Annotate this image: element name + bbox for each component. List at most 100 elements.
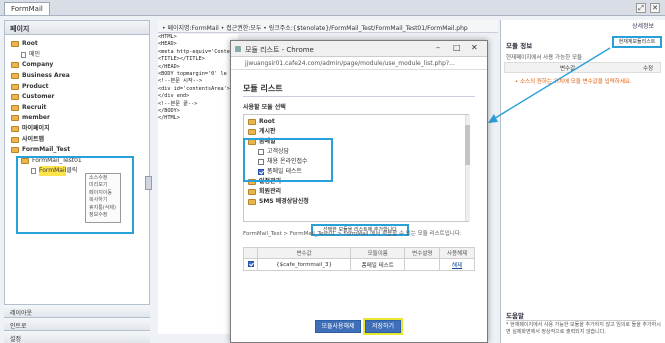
- footer-intro[interactable]: 인트로: [4, 317, 150, 330]
- panel-title: 페이지: [5, 21, 149, 35]
- col-check: [243, 247, 258, 259]
- tree-item[interactable]: FormMail_Test: [11, 145, 149, 156]
- release-link[interactable]: 해제: [439, 258, 475, 271]
- arrow-icon: [488, 47, 611, 123]
- tab-formmail[interactable]: FormMail: [4, 2, 50, 15]
- code-line: </HTML>: [158, 115, 180, 122]
- table-row: {$cafe_formmail_3} 폼메일 테스트 해제: [243, 258, 475, 271]
- tree-item-label: member: [22, 114, 50, 122]
- dialog-titlebar: 모듈 리스트 - Chrome – □ ✕: [231, 41, 487, 57]
- tree-item[interactable]: Company: [11, 60, 149, 71]
- tree-item[interactable]: 메인: [11, 50, 149, 61]
- detail-info-button[interactable]: 상세정보: [632, 21, 654, 30]
- tree-item[interactable]: 사이트맵: [11, 134, 149, 145]
- tree-item-label: Customer: [22, 93, 55, 101]
- code-line: <HTML>: [158, 34, 177, 40]
- module-tree-item[interactable]: SMS 배경상담신청: [248, 197, 468, 207]
- collapse-handle[interactable]: [145, 176, 152, 190]
- module-tree-item[interactable]: 게시판: [248, 127, 468, 137]
- module-label: 게시판: [259, 128, 276, 135]
- close-icon[interactable]: ✕: [471, 43, 478, 52]
- code-line: </BODY>: [158, 108, 180, 115]
- col-desc: 변수설명: [404, 247, 441, 259]
- path-note: FormMail_Test > FormMail_Test01 > FormMa…: [243, 231, 462, 237]
- scroll-thumb[interactable]: [465, 125, 470, 165]
- folder-icon: [11, 41, 19, 48]
- folder-icon: [11, 126, 19, 133]
- page-info-header: • 페이지명:FormMail • 접근권한:모두 • 링크주소:{$tenol…: [158, 20, 498, 33]
- folder-icon: [11, 73, 19, 80]
- context-menu-item[interactable]: 미리보기: [89, 182, 117, 189]
- help-title: 도움말: [506, 310, 656, 321]
- folder-icon: [248, 119, 256, 125]
- folder-icon: [248, 189, 256, 195]
- tree-item-label: Root: [22, 40, 38, 48]
- module-list-dialog: 모듈 리스트 - Chrome – □ ✕ jjwuangsir01.cafe2…: [230, 40, 488, 343]
- section-title: 사용할 모듈 선택: [243, 104, 286, 111]
- tree-item[interactable]: member: [11, 113, 149, 124]
- tree-item-label: FormMail_Test: [22, 146, 71, 154]
- resize-icon[interactable]: ⤢: [636, 3, 646, 13]
- row-name: 폼메일 테스트: [350, 258, 406, 271]
- tree-item-label: Company: [22, 61, 54, 69]
- footer-settings[interactable]: 설정: [4, 330, 150, 343]
- tree-item-label: Recruit: [22, 103, 47, 111]
- row-desc: [404, 258, 441, 271]
- code-line: </div end>: [158, 93, 190, 100]
- tree-item-label: 메인: [29, 50, 41, 58]
- folder-icon: [11, 94, 19, 101]
- context-menu-item[interactable]: 복사하기: [89, 197, 117, 204]
- folder-icon: [11, 83, 19, 90]
- tree-item-label: 마이페이지: [22, 125, 50, 133]
- tree-item-label: 사이트맵: [22, 135, 45, 143]
- code-line: <HEAD>: [158, 41, 177, 48]
- release-module-button[interactable]: 모듈사용해제: [315, 320, 361, 333]
- module-label: Root: [259, 118, 275, 125]
- code-line: <meta http-equiv='Content: [158, 48, 237, 55]
- code-line: <!--본문 끝-->: [158, 100, 198, 107]
- tree-item-label: Business Area: [22, 72, 70, 80]
- context-menu: 소스수정 미리보기 페이지이동 복사하기 휴지통(삭제) 정보수정: [85, 173, 121, 223]
- folder-icon: [11, 147, 19, 154]
- col-release: 사용해제: [439, 247, 475, 259]
- top-bar: [0, 0, 665, 16]
- tree-item[interactable]: Customer: [11, 92, 149, 103]
- code-line: <TITLE></TITLE>: [158, 56, 205, 63]
- folder-icon: [11, 136, 19, 143]
- help-text: * 현재페이지에서 사용 가능한 모듈을 추가하지 않고 임의로 들을 추가하시…: [506, 322, 661, 335]
- folder-icon: [248, 199, 256, 205]
- module-tree-item[interactable]: Root: [248, 117, 468, 127]
- code-line: <div id='contentsArea'>: [158, 85, 230, 92]
- row-var: {$cafe_formmail_3}: [256, 258, 352, 271]
- tree-item[interactable]: Recruit: [11, 103, 149, 114]
- col-name: 모듈이름: [350, 247, 406, 259]
- dialog-url: jjwuangsir01.cafe24.com/admin/page/modul…: [231, 57, 487, 70]
- module-tree-item[interactable]: 회원관리: [248, 187, 468, 197]
- code-line: <!--본문 시작-->: [158, 78, 203, 85]
- close-icon[interactable]: ✕: [650, 3, 660, 13]
- folder-icon: [11, 104, 19, 111]
- tree-item-label: Product: [22, 82, 49, 90]
- context-menu-item[interactable]: 휴지통(삭제): [89, 205, 117, 212]
- dialog-title: 모듈 리스트 - Chrome: [245, 46, 314, 54]
- module-label: SMS 배경상담신청: [259, 198, 309, 205]
- footer-layout[interactable]: 레이아웃: [4, 304, 150, 317]
- col-edit: 수정: [643, 66, 654, 72]
- save-button[interactable]: 저장하기: [363, 318, 403, 335]
- table-header: 변수값 모듈이름 변수설명 사용해제: [243, 247, 475, 259]
- page-icon: [21, 51, 26, 58]
- row-checkbox[interactable]: [243, 258, 258, 271]
- maximize-icon[interactable]: □: [453, 43, 461, 52]
- tree-item[interactable]: Product: [11, 81, 149, 92]
- dialog-heading: 모듈 리스트: [243, 83, 475, 97]
- tree-item[interactable]: Business Area: [11, 71, 149, 82]
- folder-icon: [11, 62, 19, 69]
- folder-icon: [248, 129, 256, 135]
- module-label: 회원관리: [259, 188, 282, 195]
- col-var: 변수값: [256, 247, 352, 259]
- minimize-icon[interactable]: –: [436, 43, 440, 52]
- tree-item[interactable]: 마이페이지: [11, 124, 149, 135]
- context-menu-item[interactable]: 정보수정: [89, 212, 117, 219]
- tree-item[interactable]: Root: [11, 39, 149, 50]
- source-editor[interactable]: <HTML> <HEAD> <meta http-equiv='Content <TI…: [158, 34, 238, 334]
